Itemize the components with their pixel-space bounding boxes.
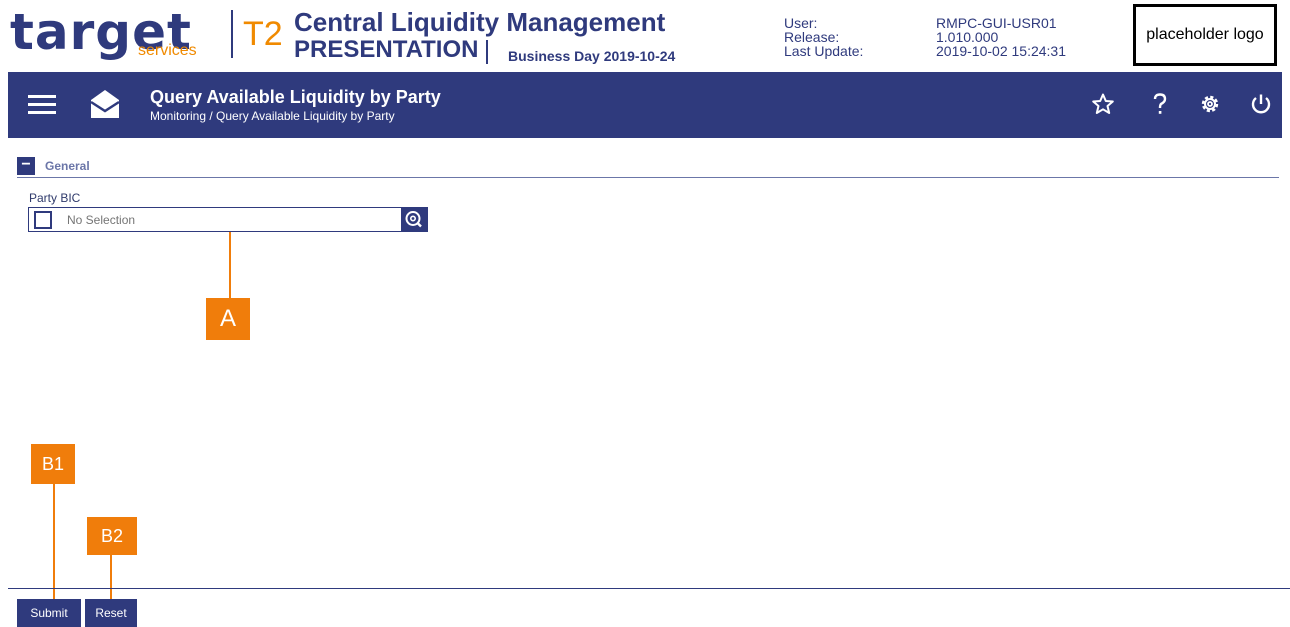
submit-button[interactable]: Submit [17, 599, 81, 627]
annotation-a-line [229, 232, 231, 308]
reset-button[interactable]: Reset [85, 599, 137, 627]
product-code: T2 [243, 15, 283, 53]
user-value: RMPC-GUI-USR01 [936, 15, 1057, 31]
section-title: General [45, 159, 90, 173]
session-meta-values: RMPC-GUI-USR01 1.010.000 2019-10-02 15:2… [936, 16, 1066, 58]
release-label: Release: [784, 29, 840, 45]
lookup-button[interactable] [401, 208, 427, 231]
party-bic-input[interactable] [67, 208, 397, 231]
general-section-header: − General [17, 157, 1279, 178]
menu-icon[interactable] [28, 95, 56, 115]
collapse-section-button[interactable]: − [17, 157, 35, 175]
page-title: Query Available Liquidity by Party [150, 87, 441, 107]
annotation-b2: B2 [87, 517, 137, 555]
page-title-bar: Query Available Liquidity by Party Monit… [8, 72, 1282, 138]
target-logo-subtitle: services [138, 42, 197, 59]
user-label: User: [784, 15, 818, 31]
party-bic-field [28, 207, 428, 232]
star-icon[interactable] [1089, 90, 1117, 118]
footer-divider [8, 588, 1290, 589]
session-meta-labels: User: Release: Last Update: [784, 16, 863, 58]
annotation-a: A [206, 298, 250, 340]
last-update-value: 2019-10-02 15:24:31 [936, 43, 1066, 59]
app-title: Central Liquidity Management [294, 7, 666, 37]
annotation-b1-line [53, 470, 55, 599]
last-update-label: Last Update: [784, 43, 864, 59]
annotation-b1: B1 [31, 444, 75, 484]
power-icon[interactable] [1247, 90, 1275, 118]
party-bic-label: Party BIC [29, 191, 81, 205]
breadcrumb[interactable]: Monitoring / Query Available Liquidity b… [150, 109, 395, 123]
environment-label: PRESENTATION [294, 36, 479, 63]
settings-icon[interactable] [1196, 90, 1224, 118]
business-day: Business Day 2019-10-24 [508, 48, 676, 64]
release-value: 1.010.000 [936, 29, 999, 45]
help-icon[interactable] [1146, 90, 1174, 118]
search-icon [405, 211, 422, 228]
environment-divider [486, 40, 488, 64]
logo-divider [231, 10, 233, 58]
envelope-icon[interactable] [88, 86, 122, 122]
party-bic-checkbox[interactable] [34, 211, 52, 229]
placeholder-logo: placeholder logo [1133, 4, 1277, 66]
app-header: target services T2 Central Liquidity Man… [0, 0, 1290, 72]
